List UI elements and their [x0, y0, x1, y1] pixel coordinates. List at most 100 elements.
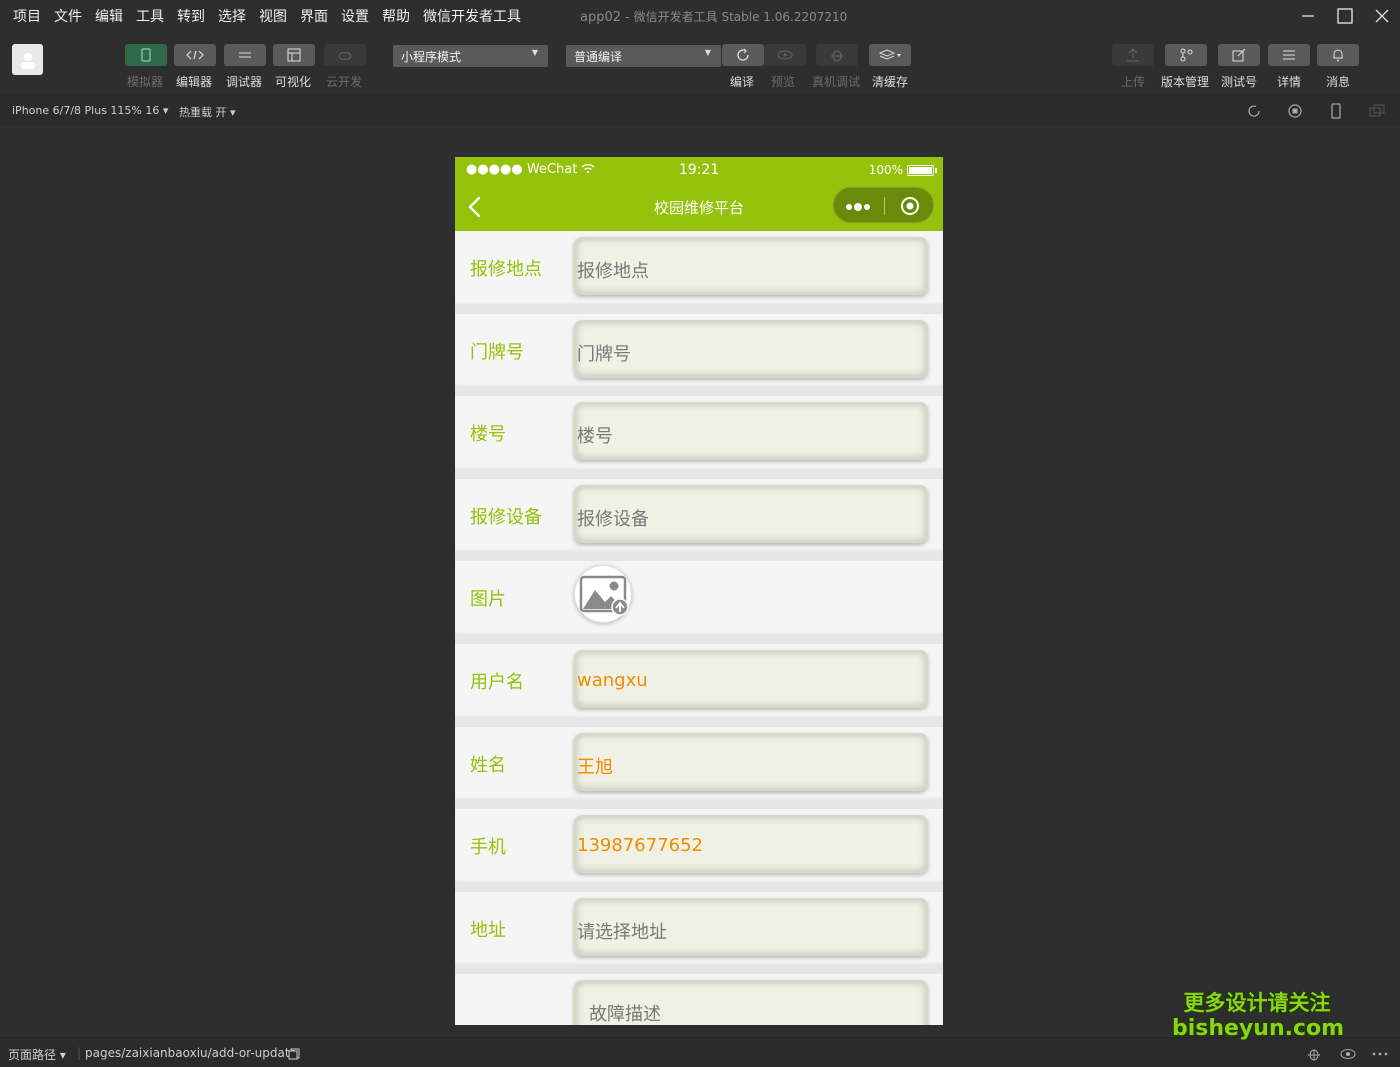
rotate-icon[interactable] — [1246, 103, 1262, 119]
visual-toggle[interactable] — [273, 44, 315, 66]
stop-icon[interactable] — [1287, 103, 1303, 119]
form-row-fault-description: 故障描述 — [455, 974, 943, 1025]
clear-cache-label: 清缓存 — [872, 75, 909, 89]
more-dots-icon[interactable] — [844, 196, 874, 214]
maximize-icon — [1337, 8, 1353, 24]
details-button[interactable] — [1268, 44, 1310, 66]
menu-item-select[interactable]: 选择 — [211, 6, 252, 26]
location-input[interactable]: 报修地点 — [574, 237, 928, 295]
code-icon — [186, 50, 204, 60]
bug-icon[interactable] — [1306, 1046, 1322, 1062]
name-input[interactable]: 王旭 — [574, 732, 928, 791]
more-icon[interactable] — [1372, 1052, 1388, 1056]
simulator-toggle[interactable] — [125, 44, 167, 66]
phone-icon — [141, 48, 151, 62]
caret-down-icon: ▼ — [531, 48, 538, 57]
compile-select-value: 普通编译 — [574, 50, 623, 64]
menu-item-goto[interactable]: 转到 — [170, 6, 211, 26]
menu-item-interface[interactable]: 界面 — [293, 6, 334, 26]
battery-percent: 100% — [868, 163, 903, 177]
menu-item-file[interactable]: 文件 — [47, 6, 88, 26]
close-window-button[interactable] — [1370, 4, 1394, 28]
phone-icon[interactable] — [1328, 103, 1344, 119]
compile-label: 编译 — [730, 75, 755, 89]
refresh-icon — [737, 48, 749, 61]
upload-button[interactable] — [1112, 44, 1154, 66]
mini-program-capsule — [833, 187, 934, 223]
cloud-toggle[interactable] — [324, 44, 366, 66]
minimize-icon — [1302, 15, 1314, 17]
title-bar: 项目 文件 编辑 工具 转到 选择 视图 界面 设置 帮助 微信开发者工具 ap… — [0, 0, 1400, 32]
version-button[interactable] — [1165, 44, 1207, 66]
real-debug-label: 真机调试 — [812, 75, 861, 89]
phone-input[interactable]: 13987677652 — [574, 815, 928, 874]
editor-toggle[interactable] — [174, 44, 216, 66]
simulator-label: 模拟器 — [127, 75, 164, 89]
layers-icon — [879, 49, 901, 60]
debugger-toggle[interactable] — [224, 44, 266, 66]
visual-label: 可视化 — [275, 75, 312, 89]
preview-button[interactable] — [764, 44, 806, 66]
menu-item-view[interactable]: 视图 — [252, 6, 293, 26]
menu-item-edit[interactable]: 编辑 — [88, 6, 129, 26]
device-bar: iPhone 6/7/8 Plus 115% 16 ▾ 热重载 开 ▾ — [0, 94, 1400, 126]
nav-bar: 校园维修平台 — [455, 183, 943, 231]
menu-item-settings[interactable]: 设置 — [334, 6, 375, 26]
minimize-button[interactable] — [1296, 4, 1320, 28]
menu-item-tools[interactable]: 工具 — [129, 6, 170, 26]
close-icon — [1375, 9, 1389, 23]
image-upload-button[interactable] — [574, 565, 632, 624]
test-button[interactable] — [1218, 44, 1260, 66]
layout-icon — [287, 48, 301, 62]
address-label: 地址 — [470, 919, 506, 941]
capsule-divider — [884, 197, 885, 215]
clear-cache-button[interactable] — [869, 44, 911, 66]
door-number-input[interactable]: 门牌号 — [574, 319, 928, 378]
test-label: 测试号 — [1221, 75, 1258, 89]
cloud-label: 云开发 — [326, 75, 363, 89]
eye-icon[interactable] — [1340, 1048, 1356, 1060]
mode-select-value: 小程序模式 — [401, 50, 462, 64]
equipment-label: 报修设备 — [470, 506, 542, 528]
menu-lines-icon — [1283, 50, 1295, 60]
menu-item-wechat-devtools[interactable]: 微信开发者工具 — [416, 6, 527, 26]
hot-reload-toggle[interactable]: 热重载 开 ▾ — [179, 104, 236, 120]
page-path: pages/zaixianbaoxiu/add-or-update — [85, 1046, 297, 1060]
device-select[interactable]: iPhone 6/7/8 Plus 115% 16 ▾ — [12, 104, 168, 117]
name-label: 姓名 — [470, 754, 506, 776]
tool-name: 微信开发者工具 Stable 1.06.2207210 — [633, 10, 848, 24]
window-icon[interactable] — [1369, 103, 1385, 119]
watermark-line-2: bisheyun.com — [1172, 1016, 1345, 1041]
debug-arrows-icon — [239, 52, 251, 58]
image-label: 图片 — [470, 589, 506, 611]
bell-icon — [1333, 49, 1343, 62]
form-row-door-number: 门牌号 门牌号 — [455, 313, 943, 397]
battery-icon — [907, 165, 937, 176]
building-input[interactable]: 楼号 — [574, 402, 928, 461]
close-mini-program-icon[interactable] — [900, 196, 920, 216]
equipment-input[interactable]: 报修设备 — [574, 484, 928, 543]
compile-select[interactable]: 普通编译 ▼ — [566, 45, 721, 67]
image-upload-icon — [579, 576, 629, 617]
messages-button[interactable] — [1317, 44, 1359, 66]
username-input[interactable]: wangxu — [574, 649, 928, 708]
app-name: app02 — [580, 10, 622, 25]
address-picker[interactable]: 请选择地址 — [574, 897, 928, 956]
editor-label: 编辑器 — [176, 75, 213, 89]
main-toolbar: 模拟器 编辑器 调试器 可视化 云开发 小程序模式 ▼ 普通编译 ▼ 编译 预览… — [0, 32, 1400, 94]
fault-description-textarea[interactable]: 故障描述 — [574, 980, 928, 1025]
maximize-button[interactable] — [1333, 4, 1357, 28]
debugger-label: 调试器 — [226, 75, 263, 89]
caret-down-icon: ▼ — [704, 48, 711, 57]
copy-icon[interactable] — [288, 1048, 300, 1060]
status-bar: ●●●●● WeChat 19:21 100% — [455, 157, 943, 183]
menu-item-project[interactable]: 项目 — [6, 6, 47, 26]
real-debug-button[interactable] — [816, 44, 858, 66]
menu-item-help[interactable]: 帮助 — [375, 6, 416, 26]
page-path-toggle[interactable]: 页面路径 ▾ — [8, 1046, 66, 1063]
building-label: 楼号 — [470, 424, 506, 446]
compile-button[interactable] — [722, 44, 764, 66]
avatar[interactable] — [12, 44, 43, 75]
messages-label: 消息 — [1326, 75, 1351, 89]
mode-select[interactable]: 小程序模式 ▼ — [393, 45, 548, 67]
